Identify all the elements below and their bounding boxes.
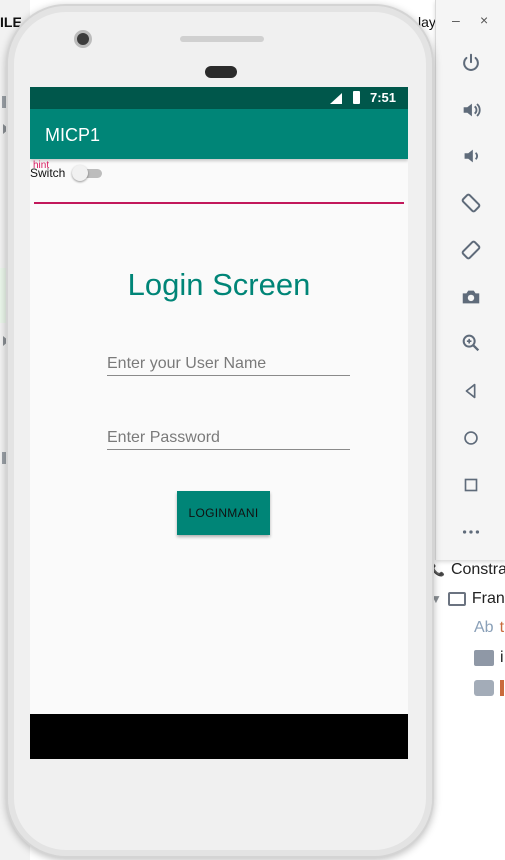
- navigation-bar: [30, 714, 408, 759]
- emulator-toolbar: – ×: [435, 0, 505, 560]
- component-tree-row[interactable]: [474, 677, 504, 699]
- component-tree-row[interactable]: 📞 Constra: [430, 559, 505, 581]
- status-bar: 7:51: [30, 87, 408, 109]
- username-input[interactable]: Enter your User Name: [107, 355, 350, 376]
- component-tree-row[interactable]: ▼ Fran: [430, 588, 505, 610]
- component-tree-row[interactable]: Ab t: [474, 617, 504, 639]
- password-input[interactable]: Enter Password: [107, 429, 350, 450]
- status-time: 7:51: [369, 90, 396, 105]
- camera-icon[interactable]: [458, 284, 484, 310]
- component-tree-row[interactable]: i: [474, 647, 504, 669]
- front-camera: [74, 30, 92, 48]
- hint-input-underline[interactable]: [34, 202, 404, 204]
- phone-screen: 7:51 MICP1 hint Switch Login Screen Ente…: [30, 87, 408, 759]
- frame-icon: [447, 592, 466, 606]
- component-tree-label: Fran: [471, 590, 505, 607]
- view-icon: [474, 680, 494, 696]
- rotate-left-icon[interactable]: [458, 190, 484, 216]
- back-icon[interactable]: [458, 378, 484, 404]
- component-tree-label: i: [500, 649, 504, 666]
- more-icon[interactable]: [458, 519, 484, 545]
- login-button[interactable]: LOGINMANI: [177, 491, 270, 535]
- component-tree-label: t: [499, 619, 505, 636]
- app-title: MICP1: [45, 125, 101, 145]
- minimize-button[interactable]: –: [452, 12, 460, 28]
- speaker-grille: [180, 36, 264, 42]
- close-button[interactable]: ×: [480, 12, 488, 28]
- signal-icon: [330, 93, 342, 104]
- textview-icon: Ab: [474, 619, 494, 636]
- volume-down-icon[interactable]: [458, 143, 484, 169]
- toolbar-titlebar: – ×: [436, 0, 505, 40]
- earpiece: [205, 66, 237, 78]
- overview-icon[interactable]: [458, 472, 484, 498]
- switch-label: Switch: [30, 166, 66, 180]
- switch-toggle[interactable]: [72, 165, 102, 181]
- home-icon[interactable]: [458, 425, 484, 451]
- volume-up-icon[interactable]: [458, 97, 484, 123]
- image-icon: [474, 650, 494, 666]
- power-icon[interactable]: [458, 50, 484, 76]
- switch-thumb: [72, 165, 88, 181]
- login-title: Login Screen: [127, 267, 311, 302]
- rotate-right-icon[interactable]: [458, 237, 484, 263]
- battery-icon: [353, 91, 360, 104]
- app-bar: MICP1: [30, 109, 408, 159]
- component-tree-label: Constra: [450, 561, 505, 578]
- zoom-icon[interactable]: [458, 330, 484, 356]
- component-tree-marker: [500, 680, 504, 696]
